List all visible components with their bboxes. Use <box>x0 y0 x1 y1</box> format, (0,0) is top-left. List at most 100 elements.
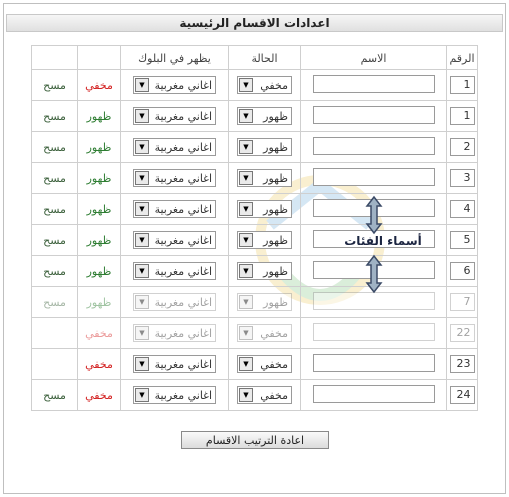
dropdown-arrow-icon[interactable]: ▼ <box>135 140 149 154</box>
dropdown-arrow-icon[interactable]: ▼ <box>135 326 149 340</box>
visibility-toggle-link[interactable]: مخفي <box>85 389 113 402</box>
category-name-input[interactable] <box>312 260 435 279</box>
category-name-input[interactable] <box>312 291 435 310</box>
order-number-input[interactable]: 1 <box>449 107 475 125</box>
dropdown-arrow-icon[interactable]: ▼ <box>135 109 149 123</box>
table-row: 2 ▼ ظهور ▼ اغاني مغربية ظهور مسح <box>31 131 478 163</box>
block-select[interactable]: ▼ اغاني مغربية <box>133 231 216 249</box>
category-name-input[interactable] <box>312 167 435 186</box>
annotation-label: أسماء الفئات <box>344 234 422 248</box>
dropdown-arrow-icon[interactable]: ▼ <box>239 202 253 216</box>
block-select-value: اغاني مغربية <box>154 233 212 247</box>
dropdown-arrow-icon[interactable]: ▼ <box>239 388 253 402</box>
dropdown-arrow-icon[interactable]: ▼ <box>239 233 253 247</box>
order-number-input[interactable]: 3 <box>449 169 475 187</box>
status-select-value: ظهور <box>263 233 288 247</box>
visibility-toggle-link[interactable]: ظهور <box>87 110 112 123</box>
order-number-input[interactable]: 4 <box>449 200 475 218</box>
cell-number: 24 <box>446 379 478 411</box>
block-select[interactable]: ▼ اغاني مغربية <box>133 355 216 373</box>
status-select[interactable]: ▼ ظهور <box>237 200 292 218</box>
category-name-input[interactable] <box>312 198 435 217</box>
cell-number: 4 <box>446 193 478 225</box>
visibility-toggle-link[interactable]: مخفي <box>85 358 113 371</box>
order-number-input[interactable]: 2 <box>449 138 475 156</box>
dropdown-arrow-icon[interactable]: ▼ <box>239 326 253 340</box>
block-select[interactable]: ▼ اغاني مغربية <box>133 76 216 94</box>
delete-link[interactable]: مسح <box>43 172 66 185</box>
cell-visibility: ظهور <box>77 131 121 163</box>
order-number-input[interactable]: 5 <box>449 231 475 249</box>
dropdown-arrow-icon[interactable]: ▼ <box>135 295 149 309</box>
visibility-toggle-link[interactable]: ظهور <box>87 234 112 247</box>
status-select[interactable]: ▼ ظهور <box>237 231 292 249</box>
block-select[interactable]: ▼ اغاني مغربية <box>133 293 216 311</box>
dropdown-arrow-icon[interactable]: ▼ <box>135 78 149 92</box>
order-number-input[interactable]: 6 <box>449 262 475 280</box>
block-select[interactable]: ▼ اغاني مغربية <box>133 200 216 218</box>
category-name-input[interactable] <box>312 353 435 372</box>
dropdown-arrow-icon[interactable]: ▼ <box>239 109 253 123</box>
cell-number: 5 <box>446 224 478 256</box>
delete-link[interactable]: مسح <box>43 110 66 123</box>
order-number-input[interactable]: 7 <box>449 293 475 311</box>
order-number-input[interactable]: 1 <box>449 76 475 94</box>
dropdown-arrow-icon[interactable]: ▼ <box>239 78 253 92</box>
visibility-toggle-link[interactable]: ظهور <box>87 172 112 185</box>
category-name-input[interactable] <box>312 136 435 155</box>
status-select-value: مخفي <box>260 388 288 402</box>
dropdown-arrow-icon[interactable]: ▼ <box>239 264 253 278</box>
block-select[interactable]: ▼ اغاني مغربية <box>133 262 216 280</box>
status-select[interactable]: ▼ ظهور <box>237 169 292 187</box>
delete-link[interactable]: مسح <box>43 389 66 402</box>
status-select-value: ظهور <box>263 295 288 309</box>
dropdown-arrow-icon[interactable]: ▼ <box>239 171 253 185</box>
page-title: اعدادات الاقسام الرئيسية <box>6 14 503 32</box>
block-select-value: اغاني مغربية <box>154 326 212 340</box>
delete-link[interactable]: مسح <box>43 234 66 247</box>
delete-link[interactable]: مسح <box>43 141 66 154</box>
visibility-toggle-link[interactable]: مخفي <box>85 79 113 92</box>
dropdown-arrow-icon[interactable]: ▼ <box>239 357 253 371</box>
block-select[interactable]: ▼ اغاني مغربية <box>133 386 216 404</box>
dropdown-arrow-icon[interactable]: ▼ <box>239 295 253 309</box>
status-select[interactable]: ▼ مخفي <box>237 76 292 94</box>
dropdown-arrow-icon[interactable]: ▼ <box>239 140 253 154</box>
category-name-input[interactable] <box>312 105 435 124</box>
dropdown-arrow-icon[interactable]: ▼ <box>135 233 149 247</box>
dropdown-arrow-icon[interactable]: ▼ <box>135 357 149 371</box>
visibility-toggle-link[interactable]: ظهور <box>87 265 112 278</box>
status-select[interactable]: ▼ ظهور <box>237 293 292 311</box>
dropdown-arrow-icon[interactable]: ▼ <box>135 171 149 185</box>
status-select[interactable]: ▼ ظهور <box>237 107 292 125</box>
delete-link[interactable]: مسح <box>43 79 66 92</box>
dropdown-arrow-icon[interactable]: ▼ <box>135 388 149 402</box>
order-number-input[interactable]: 23 <box>449 355 475 373</box>
visibility-toggle-link[interactable]: ظهور <box>87 203 112 216</box>
dropdown-arrow-icon[interactable]: ▼ <box>135 202 149 216</box>
delete-link[interactable]: مسح <box>43 203 66 216</box>
table-row: 22 ▼ مخفي ▼ اغاني مغربية مخفي <box>31 317 478 349</box>
delete-link[interactable]: مسح <box>43 296 66 309</box>
visibility-toggle-link[interactable]: ظهور <box>87 141 112 154</box>
delete-link[interactable]: مسح <box>43 265 66 278</box>
cell-name <box>300 348 447 380</box>
block-select[interactable]: ▼ اغاني مغربية <box>133 169 216 187</box>
status-select[interactable]: ▼ ظهور <box>237 262 292 280</box>
block-select[interactable]: ▼ اغاني مغربية <box>133 138 216 156</box>
block-select[interactable]: ▼ اغاني مغربية <box>133 107 216 125</box>
order-number-input[interactable]: 24 <box>449 386 475 404</box>
status-select[interactable]: ▼ مخفي <box>237 324 292 342</box>
visibility-toggle-link[interactable]: ظهور <box>87 296 112 309</box>
block-select[interactable]: ▼ اغاني مغربية <box>133 324 216 342</box>
reorder-categories-button[interactable]: اعادة الترتيب الاقسام <box>181 431 329 449</box>
status-select[interactable]: ▼ ظهور <box>237 138 292 156</box>
category-name-input[interactable] <box>312 74 435 93</box>
visibility-toggle-link[interactable]: مخفي <box>85 327 113 340</box>
dropdown-arrow-icon[interactable]: ▼ <box>135 264 149 278</box>
status-select[interactable]: ▼ مخفي <box>237 355 292 373</box>
order-number-input[interactable]: 22 <box>449 324 475 342</box>
category-name-input[interactable] <box>312 322 435 341</box>
status-select[interactable]: ▼ مخفي <box>237 386 292 404</box>
category-name-input[interactable] <box>312 384 435 403</box>
